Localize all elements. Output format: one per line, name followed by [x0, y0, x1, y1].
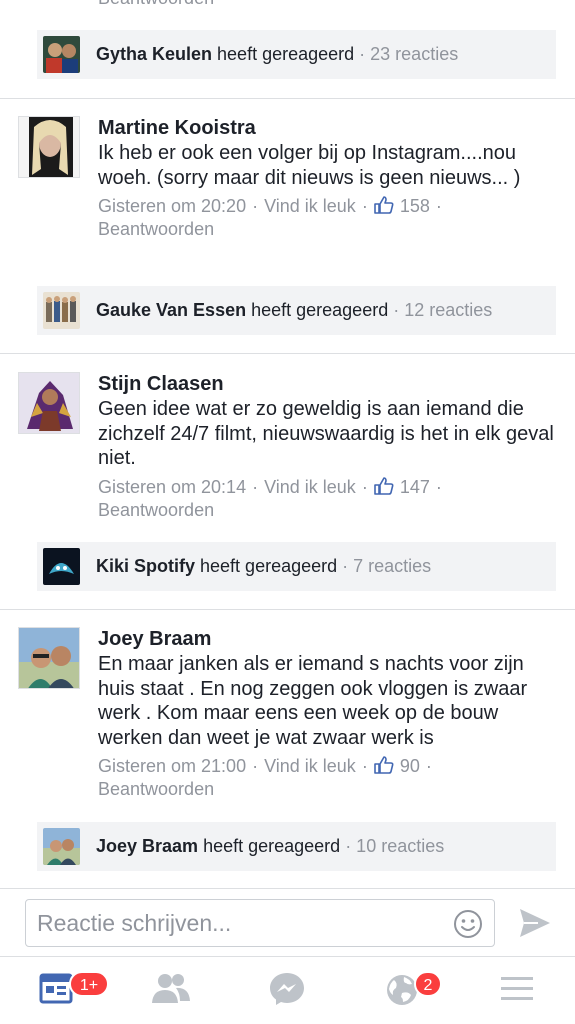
avatar — [43, 548, 80, 585]
comment-input-wrapper[interactable] — [25, 899, 495, 947]
comment-author[interactable]: Stijn Claasen — [98, 372, 563, 396]
friends-icon — [152, 974, 190, 1003]
comment-text: Ik heb er ook een volger bij op Instagra… — [98, 142, 521, 189]
messenger-icon — [270, 973, 304, 1005]
replies-summary[interactable]: Gauke Van Essen heeft gereageerd · 12 re… — [37, 286, 556, 335]
replies-summary-text: Gytha Keulen heeft gereageerd · 23 react… — [96, 44, 459, 64]
tab-friends[interactable] — [151, 971, 193, 1013]
comment-time: Gisteren om 21:00 — [98, 756, 247, 776]
avatar — [43, 292, 80, 329]
like-link[interactable]: Vind ik leuk — [264, 477, 356, 497]
reply-link[interactable]: Beantwoorden — [98, 779, 214, 799]
like-count: 90 — [399, 756, 420, 776]
news-feed-badge: 1+ — [69, 971, 109, 997]
like-count: 147 — [399, 476, 430, 497]
reply-link[interactable]: Beantwoorden — [98, 500, 214, 520]
reply-link-partial[interactable]: Beantwoorden — [98, 0, 214, 9]
comment-input[interactable] — [37, 900, 447, 946]
comment-time: Gisteren om 20:14 — [98, 476, 247, 497]
comment-composer — [0, 888, 575, 956]
comment-meta: Gisteren om 21:00 · Vind ik leuk · 90 · Beantw… — [98, 756, 432, 799]
like-link[interactable]: Vind ik leuk — [264, 756, 356, 776]
menu-icon — [501, 977, 533, 1000]
replies-summary-text: Gauke Van Essen heeft gereageerd · 12 re… — [96, 300, 493, 320]
replies-summary-text: Joey Braam heeft gereageerd · 10 reactie… — [96, 836, 445, 856]
avatar[interactable] — [18, 627, 80, 689]
tab-news-feed[interactable]: 1+ — [39, 971, 109, 1013]
emoji-icon[interactable] — [453, 909, 483, 939]
avatar[interactable] — [18, 116, 80, 178]
divider — [0, 609, 575, 610]
replies-summary[interactable]: Kiki Spotify heeft gereageerd · 7 reacti… — [37, 542, 556, 591]
comment-time: Gisteren om 20:20 — [98, 196, 247, 216]
comment-text: En maar janken als er iemand s nachts vo… — [98, 653, 528, 749]
tab-more[interactable] — [499, 971, 541, 1013]
comment-meta: Gisteren om 20:14 · Vind ik leuk · 147 · Beant… — [98, 476, 442, 520]
avatar — [43, 828, 80, 865]
divider — [0, 353, 575, 354]
thumbs-up-icon — [374, 756, 394, 774]
comment-meta: Gisteren om 20:20 · Vind ik leuk · 158 · Beant… — [98, 196, 442, 239]
comment-author[interactable]: Joey Braam — [98, 627, 563, 651]
replies-summary[interactable]: Gytha Keulen heeft gereageerd · 23 react… — [37, 30, 556, 79]
notifications-badge: 2 — [414, 971, 442, 997]
avatar — [43, 36, 80, 73]
tab-notifications[interactable]: 2 — [384, 971, 442, 1013]
avatar[interactable] — [18, 372, 80, 434]
bottom-tab-bar: 1+ 2 — [0, 956, 575, 1024]
thumbs-up-icon — [374, 476, 394, 495]
comment-text: Geen idee wat er zo geweldig is aan iema… — [98, 398, 554, 469]
tab-messenger[interactable] — [268, 971, 310, 1013]
like-link[interactable]: Vind ik leuk — [264, 196, 356, 216]
thumbs-up-icon — [374, 196, 394, 214]
replies-summary[interactable]: Joey Braam heeft gereageerd · 10 reactie… — [37, 822, 556, 871]
comments-feed[interactable]: Beantwoorden Gytha Keulen heeft gereagee… — [0, 0, 575, 888]
replies-summary-text: Kiki Spotify heeft gereageerd · 7 reacti… — [96, 556, 432, 576]
send-icon[interactable] — [518, 907, 552, 939]
reply-link[interactable]: Beantwoorden — [98, 219, 214, 239]
comment-author[interactable]: Martine Kooistra — [98, 116, 563, 140]
like-count: 158 — [399, 196, 430, 216]
divider — [0, 98, 575, 99]
